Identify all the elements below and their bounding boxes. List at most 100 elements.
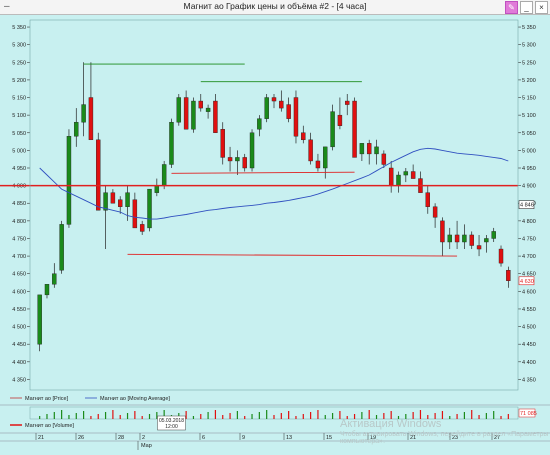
candle-body[interactable] [74,121,79,137]
candle-body[interactable] [147,188,152,229]
candle-body[interactable] [103,192,108,211]
volume-bar [222,415,224,419]
candle-body[interactable] [330,111,335,148]
price-marker-label: 4 630 [520,279,534,285]
candle-body[interactable] [88,97,94,141]
candle-body[interactable] [388,167,394,186]
y-tick-label-right: 5 350 [522,25,536,31]
candle-body[interactable] [476,245,482,250]
candle-body[interactable] [308,139,313,162]
candle-body[interactable] [279,100,284,109]
candle-body[interactable] [352,100,357,158]
candle-body[interactable] [301,132,306,141]
candle-body[interactable] [154,185,160,193]
candle-body[interactable] [337,114,343,126]
candle-body[interactable] [139,224,145,232]
candle-body[interactable] [374,146,379,155]
y-tick-label-right: 4 600 [522,289,536,295]
candle-body[interactable] [213,100,218,133]
candle-body[interactable] [110,192,116,204]
candle-body[interactable] [425,192,430,207]
candle-body[interactable] [315,160,321,169]
volume-bar [112,410,114,419]
pin-icon[interactable]: ✎ [505,1,518,14]
candle-body[interactable] [81,104,86,123]
candle-body[interactable] [491,231,496,239]
volume-bar [126,413,129,419]
candle-body[interactable] [264,97,269,119]
volume-bar [280,413,282,419]
candle-body[interactable] [447,234,452,243]
y-tick-label-right: 5 300 [522,43,536,49]
candle-body[interactable] [293,97,299,137]
y-tick-label-left: 5 000 [12,148,26,154]
candle-body[interactable] [323,146,328,169]
candle-body[interactable] [403,171,409,176]
volume-bar [75,413,77,419]
candle-body[interactable] [198,100,203,109]
candle-body[interactable] [59,224,64,271]
volume-bar [83,411,85,419]
candle-body[interactable] [396,174,401,186]
volume-bar [441,411,444,419]
candle-body[interactable] [498,248,504,264]
price-chart[interactable]: 5 350 5 300 5 250 5 200 5 150 5 100 5 050 5 000… [0,15,550,450]
candle-body[interactable] [44,284,50,296]
candle-body[interactable] [205,107,211,112]
volume-bar [507,414,509,419]
month-label: Мар [141,443,152,449]
candle-body[interactable] [410,171,416,179]
candle-body[interactable] [257,118,262,130]
x-tick-label: 21 [38,435,44,441]
chart-area[interactable]: 5 350 5 300 5 250 5 200 5 150 5 100 5 050 5 000… [0,15,550,450]
volume-bar [97,414,99,419]
volume-bar [46,414,48,419]
close-button[interactable]: × [535,1,548,14]
volume-bar [324,415,326,419]
candle-body[interactable] [183,97,189,130]
candle-body[interactable] [242,157,247,169]
candle-body[interactable] [462,234,467,243]
x-tick-label: 28 [118,435,124,441]
candle-body[interactable] [191,100,196,130]
volume-bar [141,416,143,419]
y-tick-label-left: 4 500 [12,325,26,331]
candle-body[interactable] [132,199,138,229]
y-tick-label-left: 4 950 [12,166,26,172]
candle-body[interactable] [432,206,438,218]
candle-body[interactable] [366,143,372,155]
candle-body[interactable] [235,157,240,162]
volume-bar [295,416,297,419]
candle-body[interactable] [249,132,255,169]
candle-body[interactable] [271,97,277,102]
candle-body[interactable] [359,143,365,155]
candle-body[interactable] [345,100,350,105]
volume-bar [302,414,304,419]
candle-body[interactable] [118,199,123,207]
candle-body[interactable] [125,192,130,207]
y-tick-label-right: 4 900 [522,184,536,190]
candle-body[interactable] [381,153,387,165]
window-titlebar[interactable]: – Магнит ао График цены и объёма #2 - [4… [0,0,550,15]
candle-body[interactable] [286,104,291,119]
volume-bar [463,412,465,419]
candle-body[interactable] [227,157,233,162]
candle-body[interactable] [96,139,101,211]
candle-body[interactable] [161,164,167,186]
candle-body[interactable] [484,238,489,243]
candle-body[interactable] [37,294,42,345]
volume-bar [266,410,268,419]
candle-body[interactable] [454,234,460,243]
y-tick-label-left: 4 600 [12,289,26,295]
candle-body[interactable] [169,121,174,165]
candle-body[interactable] [440,220,445,243]
candle-body[interactable] [52,273,57,285]
candle-body[interactable] [469,234,474,246]
candle-body[interactable] [506,269,511,281]
volume-bar [288,411,290,419]
y-tick-label-right: 4 550 [522,307,536,313]
candle-body[interactable] [66,136,72,225]
minimize-button[interactable]: _ [520,1,533,14]
candle-body[interactable] [220,129,225,158]
candle-body[interactable] [176,97,182,123]
